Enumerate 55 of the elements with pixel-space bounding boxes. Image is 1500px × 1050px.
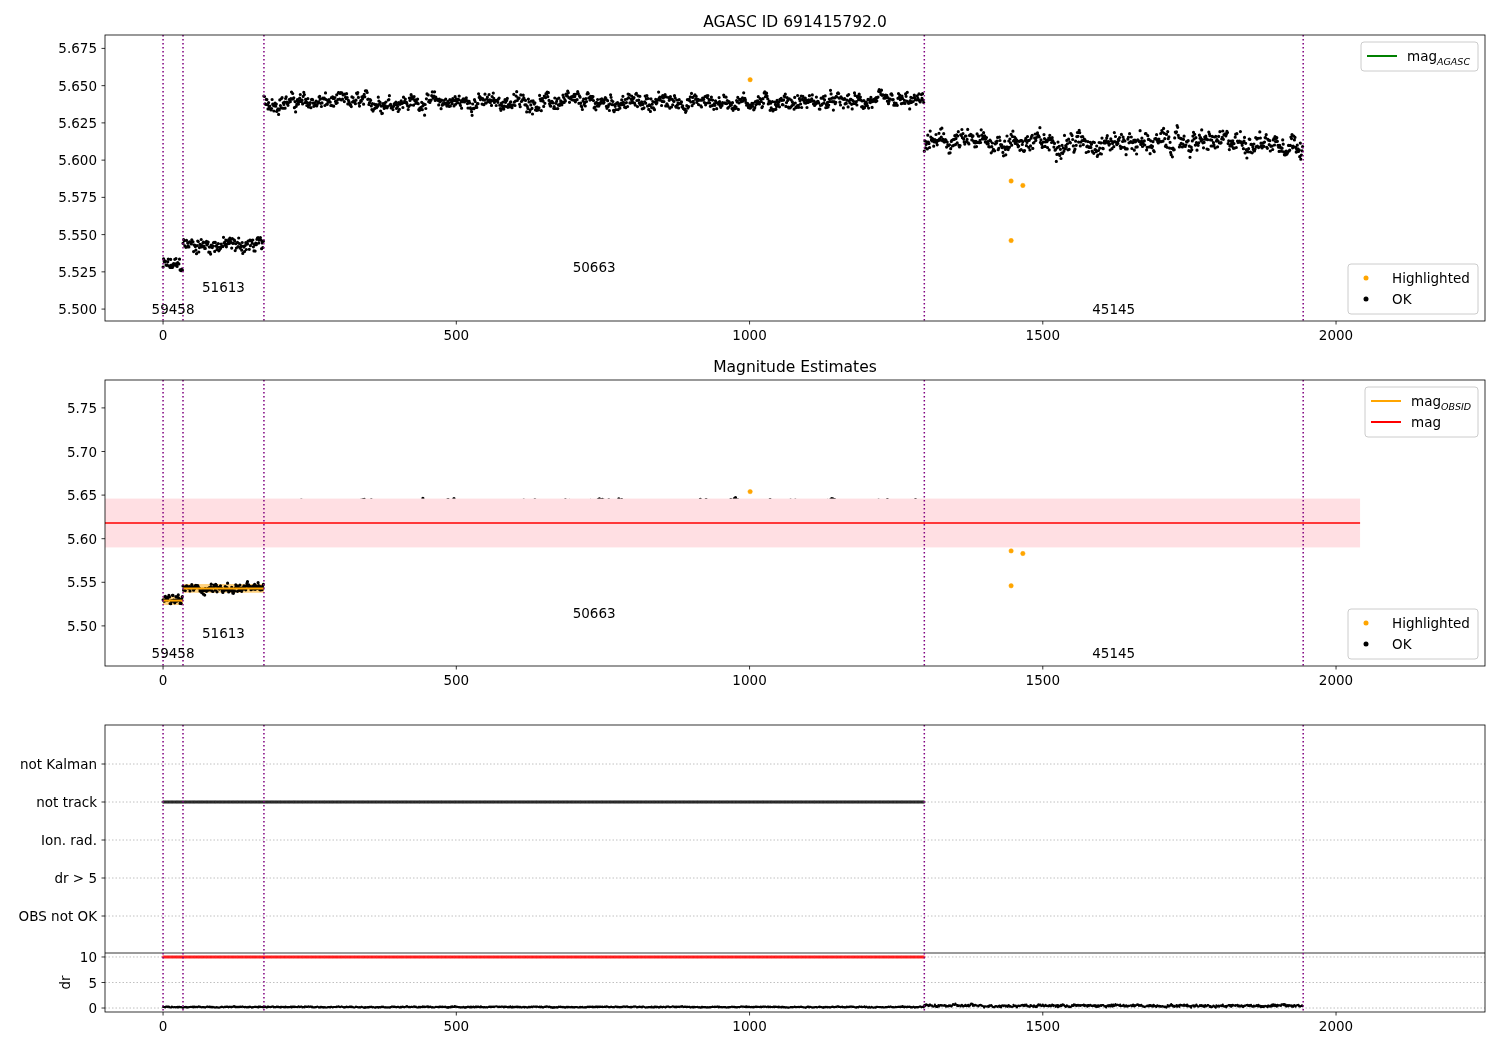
y-tick-label: OBS not OK xyxy=(18,908,97,924)
obsid-label: 59458 xyxy=(151,301,195,318)
legend-label: mag$_{AGASC}$ xyxy=(1407,48,1471,67)
x-tick-label: 1500 xyxy=(1025,327,1060,343)
y-tick-label: 5 xyxy=(88,974,97,991)
obsid-label: 59458 xyxy=(151,644,195,661)
y-tick-label: 5.60 xyxy=(66,530,97,547)
y-tick-label: 5.550 xyxy=(58,226,97,243)
x-tick-label: 1000 xyxy=(732,672,767,688)
y-tick-label: 5.500 xyxy=(58,301,97,318)
x-tick-label: 2000 xyxy=(1318,1018,1354,1034)
y-tick-label: 5.70 xyxy=(66,443,97,460)
legend-label: Highlighted xyxy=(1392,270,1470,286)
y-tick-label: 5.525 xyxy=(58,263,97,280)
x-tick-label: 1500 xyxy=(1025,672,1060,688)
y-tick-label: 5.675 xyxy=(58,40,97,57)
x-tick-label: 500 xyxy=(443,672,470,688)
y-tick-label: 5.575 xyxy=(58,189,97,206)
y-tick-label: 5.650 xyxy=(58,77,97,94)
obsid-label: 51613 xyxy=(202,278,245,295)
y-axis-label: dr xyxy=(57,975,73,990)
y-tick-label: 5.50 xyxy=(66,617,97,634)
obsid-label: 45145 xyxy=(1092,301,1136,318)
x-tick-label: 1000 xyxy=(732,327,767,343)
x-tick-label: 1000 xyxy=(732,1018,767,1034)
x-tick-label: 2000 xyxy=(1318,327,1354,343)
chart-title: AGASC ID 691415792.0 xyxy=(703,13,887,31)
obsid-label: 45145 xyxy=(1092,644,1136,661)
y-tick-label: Ion. rad. xyxy=(40,832,97,848)
y-tick-label: 5.625 xyxy=(58,114,97,131)
legend-label: OK xyxy=(1392,291,1412,307)
chart-title: Magnitude Estimates xyxy=(713,358,877,376)
obsid-label: 50663 xyxy=(572,259,616,276)
legend-label: mag xyxy=(1411,414,1441,430)
x-tick-label: 0 xyxy=(158,672,168,688)
x-tick-label: 2000 xyxy=(1318,672,1354,688)
y-tick-label: 5.600 xyxy=(58,152,97,169)
x-tick-label: 0 xyxy=(158,1018,168,1034)
y-tick-label: 5.75 xyxy=(66,399,97,416)
legend-label: OK xyxy=(1392,636,1412,652)
y-tick-label: 5.55 xyxy=(66,574,97,591)
x-tick-label: 1500 xyxy=(1025,1018,1060,1034)
obsid-label: 50663 xyxy=(572,604,616,621)
obsid-label: 51613 xyxy=(202,624,245,641)
legend-label: mag$_{OBSID}$ xyxy=(1411,393,1472,412)
y-tick-label: not Kalman xyxy=(19,756,97,772)
x-tick-label: 500 xyxy=(443,1018,470,1034)
y-tick-label: not track xyxy=(36,794,97,810)
x-tick-label: 0 xyxy=(158,327,168,343)
x-tick-label: 500 xyxy=(443,327,470,343)
y-tick-label: dr > 5 xyxy=(54,870,97,886)
y-tick-label: 5.65 xyxy=(66,487,97,504)
y-tick-label: 10 xyxy=(79,949,97,965)
legend-label: Highlighted xyxy=(1392,615,1470,631)
y-tick-label: 0 xyxy=(88,1000,97,1016)
